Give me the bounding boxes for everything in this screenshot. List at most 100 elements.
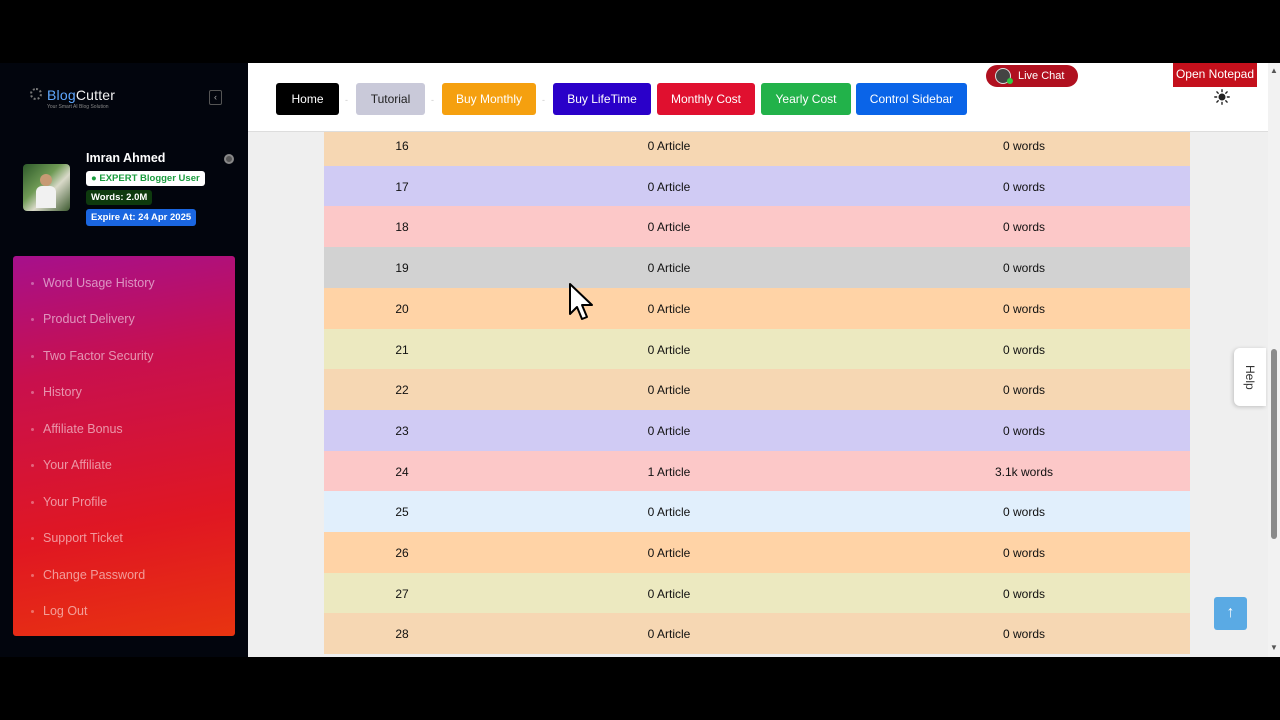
words-cell: 0 words — [1002, 383, 1046, 398]
words-cell: 0 words — [1002, 139, 1046, 153]
words-cell: 0 words — [1002, 261, 1046, 276]
scroll-to-top-button[interactable]: ↑ — [1214, 597, 1247, 630]
user-name: Imran Ahmed — [86, 151, 166, 165]
day-cell: 22 — [395, 383, 409, 398]
articles-cell: 0 Article — [647, 220, 691, 235]
table-row: 23 0 Article 0 words — [324, 409, 1190, 451]
words-cell: 0 words — [1002, 301, 1046, 316]
live-chat-label: Live Chat — [1018, 70, 1065, 82]
expire-badge: Expire At: 24 Apr 2025 — [86, 209, 197, 226]
logo[interactable]: BlogCutter Your Smart AI Blog Solution — [30, 85, 140, 111]
sidebar-item-word-usage-history[interactable]: Word Usage History — [31, 276, 155, 290]
mouse-cursor-icon — [569, 283, 593, 320]
words-badge: Words: 2.0M — [86, 190, 153, 205]
sidebar-item-your-profile[interactable]: Your Profile — [30, 495, 107, 509]
table-row: 20 0 Article 0 words — [324, 287, 1190, 329]
settings-dot-icon[interactable] — [224, 154, 234, 164]
live-chat-button[interactable]: Live Chat — [986, 65, 1078, 87]
table-row: 26 0 Article 0 words — [324, 532, 1190, 573]
sidebar-item-two-factor-security[interactable]: Two Factor Security — [30, 349, 153, 363]
words-cell: 3.1k words — [994, 464, 1054, 479]
sidebar-item-your-affiliate[interactable]: Your Affiliate — [31, 458, 112, 472]
sidebar-menu: Word Usage History Product Delivery Two … — [13, 256, 235, 636]
articles-cell: 0 Article — [647, 505, 691, 520]
main-content: Home - Tutorial - Buy Monthly - Buy Life… — [248, 63, 1268, 657]
articles-cell: 0 Article — [647, 139, 691, 153]
help-tab[interactable]: Help — [1234, 348, 1266, 406]
page-scrollbar[interactable]: ▲ ▼ — [1268, 63, 1280, 657]
table-row: 21 0 Article 0 words — [324, 328, 1190, 370]
home-button[interactable]: Home — [276, 83, 339, 115]
scroll-up-arrow-icon[interactable]: ▲ — [1270, 66, 1278, 75]
tutorial-button[interactable]: Tutorial — [356, 83, 425, 115]
articles-cell: 0 Article — [647, 179, 691, 194]
sun-icon[interactable] — [1214, 89, 1230, 105]
table-row: 22 0 Article 0 words — [324, 369, 1190, 411]
logo-text: BlogCutter — [47, 87, 116, 103]
words-cell: 0 words — [1002, 342, 1046, 357]
screen: BlogCutter Your Smart AI Blog Solution ‹… — [0, 0, 1280, 720]
articles-cell: 0 Article — [647, 261, 691, 276]
day-cell: 26 — [395, 546, 409, 560]
day-cell: 25 — [395, 505, 409, 520]
control-sidebar-button[interactable]: Control Sidebar — [856, 83, 967, 115]
words-cell: 0 words — [1002, 179, 1046, 194]
day-cell: 27 — [395, 586, 409, 601]
words-cell: 0 words — [1002, 546, 1046, 560]
articles-cell: 0 Article — [647, 546, 691, 560]
words-cell: 0 words — [1002, 505, 1046, 520]
nav-separator: - — [431, 95, 434, 105]
logo-tagline: Your Smart AI Blog Solution — [47, 104, 109, 110]
yearly-cost-button[interactable]: Yearly Cost — [761, 83, 851, 115]
table-row: 27 0 Article 0 words — [324, 572, 1190, 614]
table-row: 18 0 Article 0 words — [324, 206, 1190, 248]
open-notepad-button[interactable]: Open Notepad — [1173, 63, 1257, 87]
nav-separator: - — [542, 95, 545, 105]
words-cell: 0 words — [1002, 423, 1046, 438]
words-cell: 0 words — [1002, 627, 1046, 642]
avatar[interactable] — [23, 164, 70, 211]
buy-monthly-button[interactable]: Buy Monthly — [442, 83, 536, 115]
sidebar-item-log-out[interactable]: Log Out — [30, 604, 87, 618]
sidebar-item-change-password[interactable]: Change Password — [30, 568, 145, 582]
monthly-cost-button[interactable]: Monthly Cost — [657, 83, 755, 115]
day-cell: 24 — [395, 464, 409, 479]
online-status-icon — [1007, 78, 1013, 84]
articles-cell: 0 Article — [647, 627, 691, 642]
articles-cell: 1 Article — [647, 464, 691, 479]
table-row: 28 0 Article 0 words — [324, 613, 1190, 655]
day-cell: 17 — [395, 179, 409, 194]
scroll-down-arrow-icon[interactable]: ▼ — [1270, 643, 1278, 652]
table-row: 19 0 Article 0 words — [324, 247, 1190, 289]
sidebar: BlogCutter Your Smart AI Blog Solution ‹… — [0, 63, 248, 657]
sidebar-item-product-delivery[interactable]: Product Delivery — [31, 312, 135, 326]
nav-separator: - — [345, 95, 348, 105]
day-cell: 28 — [395, 627, 409, 642]
day-cell: 16 — [395, 139, 409, 153]
day-cell: 18 — [395, 220, 409, 235]
day-cell: 20 — [395, 301, 409, 316]
articles-cell: 0 Article — [647, 342, 691, 357]
articles-cell: 0 Article — [647, 301, 691, 316]
top-nav-bar: Home - Tutorial - Buy Monthly - Buy Life… — [248, 63, 1268, 132]
arrow-up-icon: ↑ — [1226, 604, 1235, 621]
table-row: 17 0 Article 0 words — [324, 165, 1190, 207]
buy-lifetime-button[interactable]: Buy LifeTime — [553, 83, 651, 115]
logo-gear-icon — [30, 88, 42, 100]
words-cell: 0 words — [1002, 220, 1046, 235]
sidebar-item-history[interactable]: History — [31, 385, 82, 399]
sidebar-item-affiliate-bonus[interactable]: Affiliate Bonus — [31, 422, 123, 436]
user-profile: Imran Ahmed ● EXPERT Blogger User Words:… — [0, 151, 248, 231]
table-row: 24 1 Article 3.1k words — [324, 450, 1190, 492]
articles-cell: 0 Article — [647, 423, 691, 438]
collapse-sidebar-button[interactable]: ‹ — [209, 90, 222, 105]
articles-cell: 0 Article — [647, 383, 691, 398]
help-label: Help — [1243, 365, 1257, 390]
sidebar-item-support-ticket[interactable]: Support Ticket — [31, 531, 123, 545]
day-cell: 21 — [395, 342, 409, 357]
articles-cell: 0 Article — [647, 586, 691, 601]
scrollbar-thumb[interactable] — [1271, 349, 1277, 539]
day-cell: 23 — [395, 423, 409, 438]
user-level-badge: ● EXPERT Blogger User — [86, 171, 205, 186]
chevron-left-icon: ‹ — [214, 92, 217, 102]
